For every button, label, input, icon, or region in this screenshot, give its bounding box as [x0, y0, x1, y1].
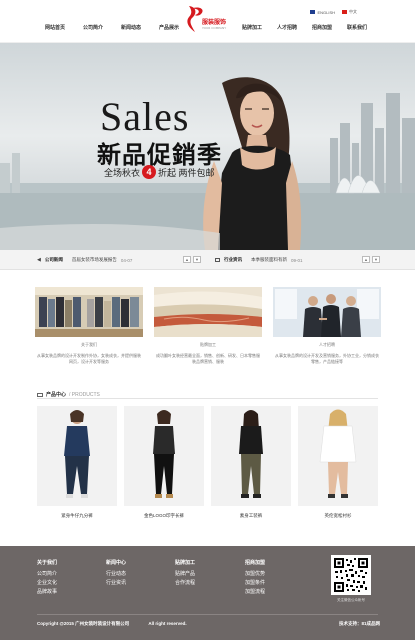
- feature-jobs[interactable]: 人才招聘 从事女装品牌的设计开发及营销服务，外协工业，分销成衣零售，产品链接等: [273, 287, 381, 365]
- nav-home[interactable]: 网站首页: [45, 24, 65, 31]
- svg-text:服装服饰: 服装服饰: [202, 18, 226, 26]
- prev-arrow-icon[interactable]: ▲: [183, 256, 191, 263]
- product-image: [37, 406, 117, 506]
- uk-flag-icon: [310, 10, 316, 14]
- fabric-rolls-image: [154, 287, 262, 337]
- copyright: Copyright @2015 广州女装时装设计有限公司 All right r…: [37, 621, 187, 626]
- logo[interactable]: 服装服饰 YOUR COMPANY: [183, 4, 233, 34]
- product-card[interactable]: 英伦宽松衬衫: [298, 406, 378, 519]
- business-meeting-image: [273, 287, 381, 337]
- footer-col-news: 新闻中心 行业动态 行业资讯: [106, 559, 126, 588]
- banner-title-en: Sales: [100, 94, 190, 139]
- news-ticker: ◀ 公司新闻 首届女装市场发展报告 04-07 ▲ ▼ 行业资讯 本季服装面料有…: [0, 250, 415, 270]
- hero-banner[interactable]: Sales 新品促銷季 全场秋衣 4 折起 两件包邮: [0, 43, 415, 250]
- footer-link[interactable]: 加盟条件: [245, 579, 265, 588]
- footer-link[interactable]: 行业动态: [106, 570, 126, 579]
- footer-link[interactable]: 加盟流程: [245, 588, 265, 597]
- product-card[interactable]: 金色LOGO印字长裤: [124, 406, 204, 519]
- language-switcher: ENGLISH 中文: [310, 9, 357, 15]
- feature-desc: 从事女装品牌的设计开发及营销服务，外协工业，分销成衣零售，产品链接等: [275, 353, 379, 364]
- svg-text:YOUR COMPANY: YOUR COMPANY: [202, 26, 226, 30]
- nav-oem[interactable]: 贴牌加工: [242, 24, 262, 31]
- footer-link[interactable]: 贴牌产品: [175, 570, 195, 579]
- prev-arrow-icon[interactable]: ▲: [362, 256, 370, 263]
- logo-mark-icon: 服装服饰 YOUR COMPANY: [187, 6, 226, 32]
- footer-link[interactable]: 品牌故事: [37, 588, 57, 597]
- footer: 关于我们 公司简介 企业文化 品牌故事 新闻中心 行业动态 行业资讯 贴牌加工 …: [0, 546, 415, 640]
- product-card[interactable]: 紧身牛仔九分裤: [37, 406, 117, 519]
- footer-col-about: 关于我们 公司简介 企业文化 品牌故事: [37, 559, 57, 597]
- lang-english[interactable]: ENGLISH: [310, 10, 335, 15]
- nav-about[interactable]: 公司简介: [83, 24, 103, 31]
- discount-badge: 4: [142, 165, 157, 179]
- document-icon: [215, 258, 220, 262]
- speaker-icon: ◀: [37, 257, 41, 263]
- news-industry-arrows: ▲ ▼: [362, 256, 380, 263]
- wechat-qr-code: [331, 555, 371, 595]
- footer-link[interactable]: 行业资讯: [106, 579, 126, 588]
- footer-heading[interactable]: 招商加盟: [245, 559, 265, 568]
- nav-jobs[interactable]: 人才招聘: [277, 24, 297, 31]
- nav-news[interactable]: 新闻动态: [121, 24, 141, 31]
- camera-icon: [37, 392, 43, 397]
- qr-caption: 关注微信公众帐号: [337, 598, 365, 602]
- footer-heading[interactable]: 贴牌加工: [175, 559, 195, 568]
- news-company[interactable]: ◀ 公司新闻 首届女装市场发展报告 04-07: [37, 257, 132, 263]
- footer-col-oem: 贴牌加工 贴牌产品 合作流程: [175, 559, 195, 588]
- footer-col-franchise: 招商加盟 加盟优势 加盟条件 加盟流程: [245, 559, 265, 597]
- next-arrow-icon[interactable]: ▼: [372, 256, 380, 263]
- product-image: [124, 406, 204, 506]
- nav-right: 贴牌加工 人才招聘 招商加盟 联系我们: [242, 24, 367, 31]
- news-company-arrows: ▲ ▼: [183, 256, 201, 263]
- tech-support[interactable]: 技术支持：81成品网: [339, 621, 380, 627]
- clothing-store-image: [35, 287, 143, 337]
- nav-products[interactable]: 产品展示: [159, 24, 179, 31]
- product-name: 金色LOGO印字长裤: [143, 513, 184, 518]
- footer-heading[interactable]: 新闻中心: [106, 559, 126, 568]
- nav-contact[interactable]: 联系我们: [347, 24, 367, 31]
- feature-desc: 从事女装品牌的设计开发制作外协，女装成衣，并提供服装网页，设计开发等服务: [37, 353, 141, 364]
- product-image: [298, 406, 378, 506]
- footer-heading[interactable]: 关于我们: [37, 559, 57, 568]
- nav-franchise[interactable]: 招商加盟: [312, 24, 332, 31]
- product-name: 紧身牛仔九分裤: [61, 513, 93, 518]
- footer-link[interactable]: 合作流程: [175, 579, 195, 588]
- footer-divider: [37, 614, 378, 615]
- qr-code-icon: [333, 557, 369, 593]
- next-arrow-icon[interactable]: ▼: [193, 256, 201, 263]
- feature-title: 贴牌加工: [200, 342, 216, 347]
- feature-title: 关于我们: [81, 342, 97, 347]
- news-industry[interactable]: 行业资讯 本季服装面料有新 09-01: [215, 257, 303, 263]
- product-card[interactable]: 素身工装裤: [211, 406, 291, 519]
- feature-desc: 成功翻叶女装经营最全面，销售、创新、研发、日本零售服装品牌营销、服装: [156, 353, 260, 364]
- products-divider: [37, 398, 378, 399]
- product-name: 英伦宽松衬衫: [324, 513, 352, 518]
- footer-link[interactable]: 企业文化: [37, 579, 57, 588]
- feature-oem[interactable]: 贴牌加工 成功翻叶女装经营最全面，销售、创新、研发、日本零售服装品牌营销、服装: [154, 287, 262, 365]
- products-heading: 产品中心 / PRODUCTS: [37, 391, 100, 398]
- cn-flag-icon: [342, 10, 347, 14]
- nav-left: 网站首页 公司简介 新闻动态 产品展示: [45, 24, 179, 31]
- product-name: 素身工装裤: [239, 513, 263, 518]
- footer-link[interactable]: 公司简介: [37, 570, 57, 579]
- product-image: [211, 406, 291, 506]
- feature-about[interactable]: 关于我们 从事女装品牌的设计开发制作外协，女装成衣，并提供服装网页，设计开发等服…: [35, 287, 143, 365]
- feature-title: 人才招聘: [319, 342, 335, 347]
- footer-link[interactable]: 加盟优势: [245, 570, 265, 579]
- lang-chinese[interactable]: 中文: [342, 9, 357, 15]
- banner-subtitle: 全场秋衣 4 折起 两件包邮: [104, 165, 215, 179]
- header: ENGLISH 中文 网站首页 公司简介 新闻动态 产品展示 服装服饰 YOUR…: [0, 0, 415, 43]
